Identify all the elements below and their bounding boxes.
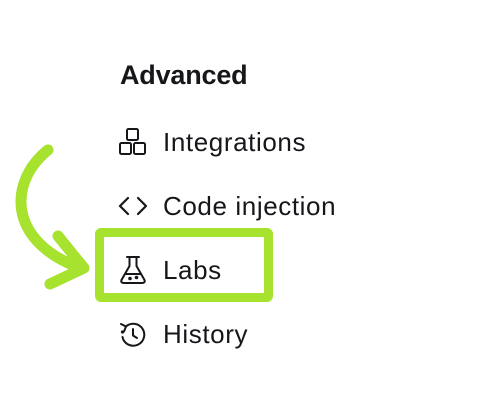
section-title: Advanced	[120, 60, 248, 90]
nav-item-code-injection[interactable]: Code injection	[117, 186, 336, 226]
flask-icon	[117, 254, 149, 286]
nav-item-label: History	[163, 318, 249, 349]
nav-item-label: Integrations	[163, 126, 307, 157]
nav-item-integrations[interactable]: Integrations	[117, 122, 306, 162]
integrations-icon	[117, 126, 149, 158]
nav-item-labs[interactable]: Labs	[117, 250, 222, 290]
code-icon	[117, 190, 149, 222]
nav-item-label: Code injection	[163, 190, 337, 221]
nav-item-label: Labs	[163, 254, 222, 285]
history-icon	[117, 318, 149, 350]
nav-item-history[interactable]: History	[117, 314, 248, 354]
